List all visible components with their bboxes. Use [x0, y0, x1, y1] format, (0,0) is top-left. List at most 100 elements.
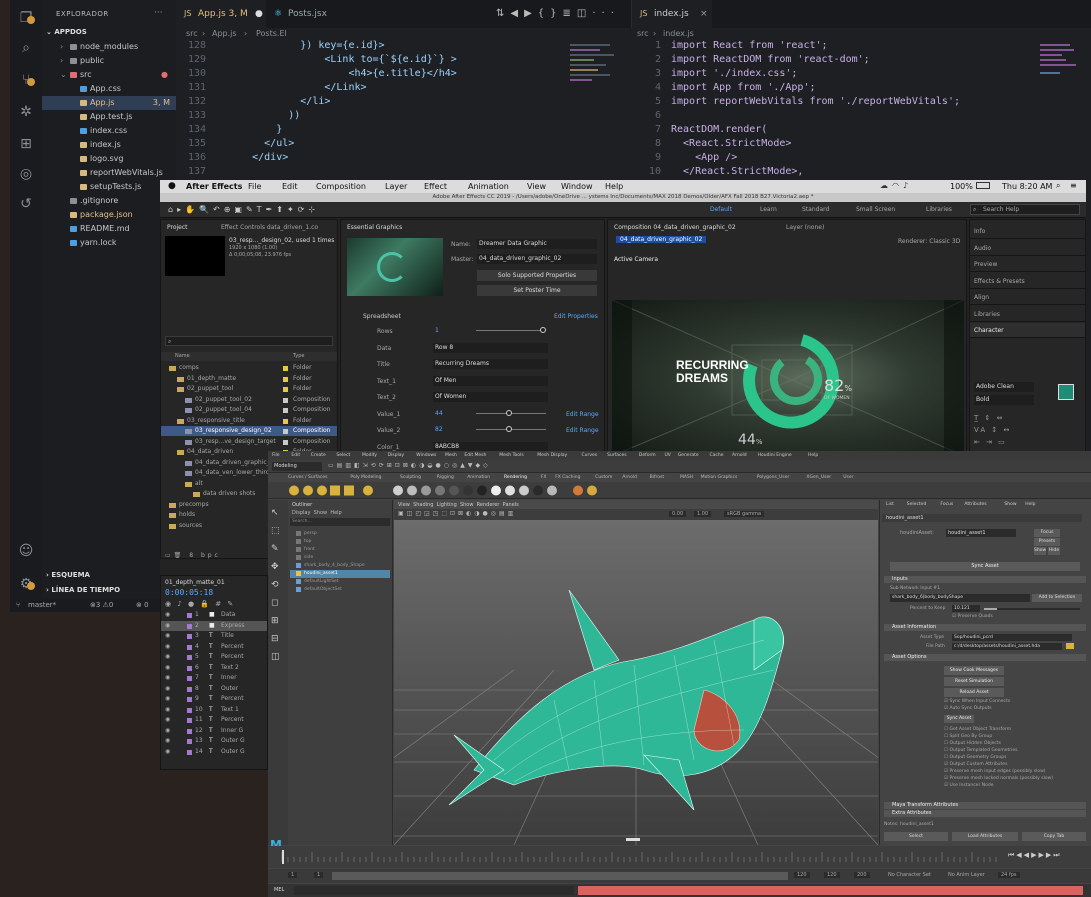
maya-menu-select[interactable]: Select: [336, 453, 350, 458]
explorer-item[interactable]: .gitignore: [42, 194, 176, 208]
maya-menu-deform[interactable]: Deform: [639, 453, 656, 458]
playback-controls[interactable]: ⏮◀◀▶▶▶⏭: [1008, 851, 1062, 860]
ae-tab-selected[interactable]: Selected: [907, 502, 927, 507]
project-item[interactable]: 02_puppet_tool_04 Composition: [161, 405, 337, 415]
sync-asset-button[interactable]: Sync Asset: [890, 562, 1080, 571]
live-share-icon[interactable]: ↺: [18, 196, 34, 212]
solo-supported-button[interactable]: Solo Supported Properties: [477, 270, 597, 281]
range-inner-end-field[interactable]: 120: [794, 872, 810, 878]
extensions-icon[interactable]: ⊞: [18, 136, 34, 152]
section-asset-info[interactable]: Asset Information: [884, 624, 1086, 631]
explorer-item[interactable]: index.css: [42, 124, 176, 138]
maya-menu-cache[interactable]: Cache: [710, 453, 724, 458]
range-max-field[interactable]: 200: [854, 872, 870, 878]
command-input[interactable]: [294, 886, 574, 895]
outliner-item[interactable]: defaultLightSet: [290, 578, 390, 586]
section-transform[interactable]: Maya Transform Attributes: [884, 802, 1086, 809]
add-to-selection-button[interactable]: Add to Selection: [1032, 594, 1082, 602]
project-item[interactable]: 02_puppet_tool_02 Composition: [161, 395, 337, 405]
menu-renderer[interactable]: Renderer: [477, 502, 500, 508]
outliner-item[interactable]: shark_body_4_body_Shape: [290, 562, 390, 570]
code-editor-left[interactable]: 128 }) key={e.id}> 129 <Link to={`${e.id}…: [176, 40, 631, 205]
other-status[interactable]: ⊗ 0: [136, 598, 149, 612]
timeline-layer-row[interactable]: ◉ 1 ■ Data: [161, 610, 267, 620]
shelf-tab-rendering[interactable]: Rendering: [504, 475, 527, 480]
timeline-tab[interactable]: 01_depth_matte_01: [165, 579, 225, 586]
eg-slider-knob[interactable]: [506, 409, 512, 416]
eg-slider[interactable]: [476, 327, 546, 333]
project-tab[interactable]: Project: [167, 224, 188, 231]
ae-menu-effect[interactable]: Effect: [424, 182, 447, 191]
shelf-tab-bifrost[interactable]: Bifrost: [650, 475, 665, 480]
explorer-item[interactable]: reportWebVitals.js: [42, 166, 176, 180]
shelf-tab-fx[interactable]: FX: [541, 475, 547, 480]
comp-subtab[interactable]: 04_data_driven_graphic_02: [616, 236, 707, 243]
bpc-label[interactable]: 8 bpc: [189, 552, 221, 559]
edit-range-link[interactable]: Edit Range: [566, 427, 599, 434]
presets-button[interactable]: Presets: [1034, 538, 1060, 546]
shelf-tab-mash[interactable]: MASH: [680, 475, 693, 480]
timeline-layer-row[interactable]: ◉ 12 T Inner G: [161, 726, 267, 736]
minimap-right[interactable]: [1040, 40, 1080, 130]
explorer-item[interactable]: index.js: [42, 138, 176, 152]
breadcrumb-src[interactable]: src: [186, 28, 198, 40]
explorer-item[interactable]: App.css: [42, 82, 176, 96]
essential-graphics-tab[interactable]: Essential Graphics: [347, 224, 402, 231]
explorer-item[interactable]: › node_modules: [42, 40, 176, 54]
maya-menu-generate[interactable]: Generate: [678, 453, 699, 458]
visibility-eye-icon[interactable]: ◉: [165, 694, 170, 704]
spotlight-search-icon[interactable]: ⌕: [1056, 181, 1060, 191]
close-icon[interactable]: ×: [700, 0, 708, 28]
outliner-item[interactable]: persp: [290, 530, 390, 538]
maya-menu-file[interactable]: File: [272, 453, 280, 458]
preserve-quads-check[interactable]: ☑ Preserve Quads: [952, 614, 993, 619]
maya-menu-mesh[interactable]: Mesh: [445, 453, 457, 458]
project-item[interactable]: comps Folder: [161, 363, 337, 373]
range-bar[interactable]: [332, 872, 788, 880]
breadcrumb-file[interactable]: App.js: [212, 28, 237, 40]
time-slider[interactable]: ⏮◀◀▶▶▶⏭: [268, 846, 1091, 868]
account-icon[interactable]: ☺: [18, 543, 34, 559]
outline-section[interactable]: › ESQUEMA: [46, 571, 90, 579]
ae-tab-list[interactable]: List: [886, 502, 894, 507]
visibility-eye-icon[interactable]: ◉: [165, 610, 170, 620]
project-search[interactable]: ⌕: [165, 336, 333, 346]
timeline-layer-row[interactable]: ◉ 2 ■ Express: [161, 620, 267, 631]
asset-option-check[interactable]: ☑ Sync When Input Connects: [944, 699, 1010, 704]
timeline-layer-row[interactable]: ◉ 11 T Percent: [161, 715, 267, 725]
tool-icons[interactable]: ⌂▸✋🔍↶⊕▣✎T✒⬆✦⟳⊹: [168, 205, 319, 214]
debug-icon[interactable]: ✲: [18, 104, 34, 120]
explorer-item[interactable]: package.jsonM: [42, 208, 176, 222]
search-help-field[interactable]: ⌕ Search Help: [970, 204, 1080, 215]
shelf-tab-custom[interactable]: Custom: [595, 475, 612, 480]
asset-option-check[interactable]: ☑ Preserve mesh input edges (possibly sl…: [944, 769, 1046, 774]
ae-tab-help[interactable]: Help: [1025, 502, 1035, 507]
timeline-layer-row[interactable]: ◉ 9 T Percent: [161, 694, 267, 704]
explorer-item[interactable]: yarn.lock: [42, 236, 176, 250]
folder-icon[interactable]: [1066, 643, 1074, 649]
shelf-tab-poly-modeling[interactable]: Poly Modeling: [350, 475, 381, 480]
load-attributes-button[interactable]: Load Attributes: [952, 832, 1018, 841]
maya-menu-help[interactable]: Help: [808, 453, 818, 458]
explorer-item[interactable]: App.js 3, M: [42, 96, 176, 110]
tab-index-js[interactable]: JS index.js ×: [632, 0, 712, 28]
menu-view[interactable]: View: [398, 502, 410, 508]
search-icon[interactable]: ⌕: [18, 40, 34, 56]
ae-menu-after-effects[interactable]: After Effects: [186, 182, 242, 191]
explorer-more-icon[interactable]: ···: [154, 8, 163, 18]
composition-tab[interactable]: Composition 04_data_driven_graphic_02: [614, 224, 736, 231]
copy-tab-button[interactable]: Copy Tab: [1022, 832, 1086, 841]
eg-master-select[interactable]: 04_data_driven_graphic_02: [477, 254, 597, 264]
timeline-layer-row[interactable]: ◉ 7 T Inner: [161, 673, 267, 683]
shelf-icons[interactable]: [268, 482, 668, 499]
project-item[interactable]: 03_responsive_design_02 Composition: [161, 426, 337, 436]
wifi-icon[interactable]: ◠: [892, 181, 903, 190]
workspace-select[interactable]: Modeling: [272, 462, 322, 471]
cloud-icon[interactable]: ☁: [880, 181, 892, 190]
project-item[interactable]: 03_resp...ve_design_target Composition: [161, 437, 337, 447]
input-field[interactable]: shark_body_6|body_bodyShape: [890, 594, 1030, 602]
ae-menu-help[interactable]: Help: [605, 182, 623, 191]
visibility-eye-icon[interactable]: ◉: [165, 684, 170, 694]
list-icon[interactable]: ≣: [563, 8, 577, 19]
braces-icon[interactable]: {}: [538, 8, 563, 19]
